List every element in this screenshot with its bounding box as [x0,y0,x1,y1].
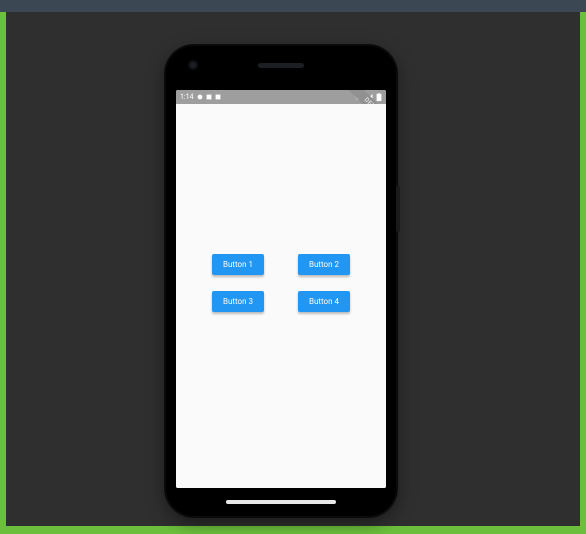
top-speaker [258,63,304,68]
ide-topbar [0,0,586,12]
square-icon [215,94,221,100]
status-time: 1:14 [180,93,194,101]
phone-device-frame: 1:14 [166,46,396,516]
button-grid: Button 1 Button 2 Button 3 Button 4 [176,254,386,312]
signal-icon [365,94,373,101]
button-row-2: Button 3 Button 4 [212,291,350,312]
emulator-stage: 1:14 [6,12,580,526]
button-1[interactable]: Button 1 [212,254,264,275]
front-camera [188,60,198,70]
wifi-icon [354,94,362,101]
button-row-1: Button 1 Button 2 [212,254,350,275]
app-body: Button 1 Button 2 Button 3 Button 4 [176,104,386,488]
button-4[interactable]: Button 4 [298,291,350,312]
home-indicator [226,500,336,504]
status-bar-left: 1:14 [180,93,221,101]
ide-bottom-gutter [0,526,586,534]
battery-icon [376,93,382,101]
ide-right-gutter [580,12,586,534]
circle-icon [197,94,203,100]
button-3[interactable]: Button 3 [212,291,264,312]
phone-screen: 1:14 [176,90,386,488]
square-icon [206,94,212,100]
status-bar: 1:14 [176,90,386,104]
status-bar-right [354,93,382,101]
button-2[interactable]: Button 2 [298,254,350,275]
